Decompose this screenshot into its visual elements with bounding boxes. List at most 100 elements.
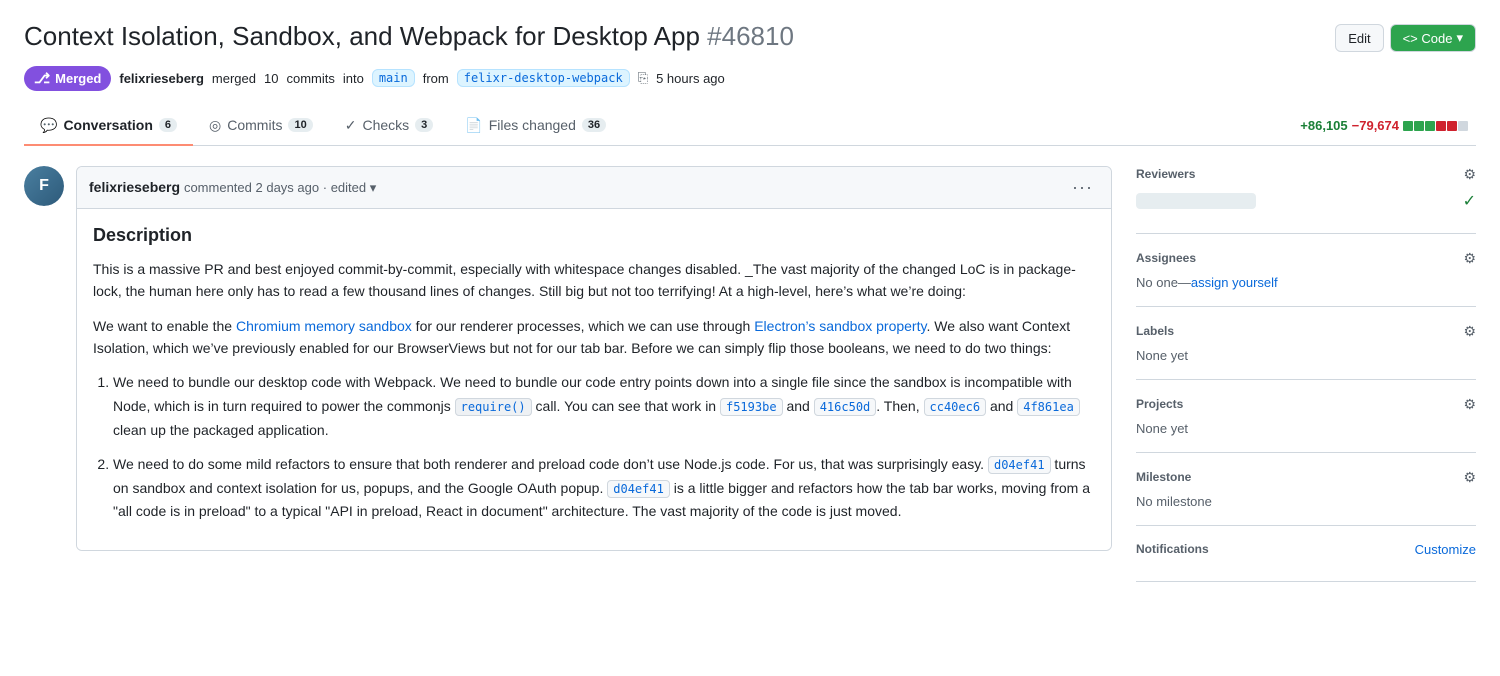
comment-body: Description This is a massive PR and bes… [77, 209, 1111, 550]
require-code: require() [455, 398, 532, 416]
more-options-button[interactable]: ··· [1066, 175, 1099, 200]
projects-header: Projects ⚙ [1136, 396, 1476, 413]
comment-author[interactable]: felixrieseberg [89, 179, 180, 195]
comment-meta: commented 2 days ago · edited ▾ [184, 180, 376, 195]
conversation-icon: 💬 [40, 117, 57, 134]
comment-wrapper: F felixrieseberg commented 2 days ago · … [24, 166, 1112, 551]
conversation-count: 6 [159, 118, 177, 132]
commit-d04ef41-2[interactable]: d04ef41 [607, 480, 670, 498]
checks-count: 3 [415, 118, 433, 132]
pr-tabs: 💬 Conversation 6 ◎ Commits 10 ✓ Checks 3… [24, 107, 1476, 146]
comment-header-left: felixrieseberg commented 2 days ago · ed… [89, 179, 376, 196]
description-heading: Description [93, 225, 1095, 246]
list-item-1: We need to bundle our desktop code with … [113, 371, 1095, 442]
diff-additions: +86,105 [1300, 118, 1347, 133]
commits-word: commits [286, 71, 334, 86]
from-word: from [423, 71, 449, 86]
into-word: into [343, 71, 364, 86]
projects-section: Projects ⚙ None yet [1136, 380, 1476, 453]
diff-bar-seg-6 [1458, 121, 1468, 131]
reviewers-title: Reviewers [1136, 167, 1195, 181]
conversation-area: F felixrieseberg commented 2 days ago · … [24, 166, 1112, 582]
assign-yourself-link[interactable]: assign yourself [1191, 275, 1278, 290]
avatar-image: F [24, 166, 64, 206]
diff-deletions: −79,674 [1352, 118, 1399, 133]
avatar: F [24, 166, 64, 206]
comment-box: felixrieseberg commented 2 days ago · ed… [76, 166, 1112, 551]
diff-bar-seg-2 [1414, 121, 1424, 131]
labels-gear-icon[interactable]: ⚙ [1463, 323, 1476, 340]
sidebar: Reviewers ⚙ ✓ Assignees ⚙ No one—assign … [1136, 166, 1476, 582]
tab-conversation[interactable]: 💬 Conversation 6 [24, 107, 193, 146]
base-branch[interactable]: main [372, 69, 415, 87]
comment-header: felixrieseberg commented 2 days ago · ed… [77, 167, 1111, 209]
tab-commits[interactable]: ◎ Commits 10 [193, 107, 329, 146]
copy-branch-icon[interactable]: ⎘ [638, 70, 648, 86]
body-paragraph-1: This is a massive PR and best enjoyed co… [93, 258, 1095, 303]
commit-count: 10 [264, 71, 278, 86]
assignees-gear-icon[interactable]: ⚙ [1463, 250, 1476, 267]
milestone-title: Milestone [1136, 470, 1191, 484]
diff-bar-seg-5 [1447, 121, 1457, 131]
pr-number: #46810 [707, 21, 794, 51]
edit-button[interactable]: Edit [1335, 24, 1383, 52]
code-button[interactable]: <> Code ▾ [1390, 24, 1476, 52]
reviewer-skeleton [1136, 193, 1256, 209]
commit-416c50d[interactable]: 416c50d [814, 398, 877, 416]
assignees-value: No one—assign yourself [1136, 275, 1476, 290]
notifications-title: Notifications [1136, 542, 1209, 556]
tab-checks[interactable]: ✓ Checks 3 [329, 107, 450, 146]
labels-section: Labels ⚙ None yet [1136, 307, 1476, 380]
main-content: F felixrieseberg commented 2 days ago · … [24, 146, 1476, 582]
list-item-2: We need to do some mild refactors to ens… [113, 453, 1095, 524]
diff-bar-seg-1 [1403, 121, 1413, 131]
comment-actions: ··· [1066, 175, 1099, 200]
pr-action-text: merged [212, 71, 256, 86]
milestone-gear-icon[interactable]: ⚙ [1463, 469, 1476, 486]
commit-4f861ea[interactable]: 4f861ea [1017, 398, 1080, 416]
pr-title: Context Isolation, Sandbox, and Webpack … [24, 20, 794, 54]
notifications-header: Notifications Customize [1136, 542, 1476, 557]
pr-author: felixrieseberg [119, 71, 204, 86]
electron-sandbox-link[interactable]: Electron’s sandbox property [754, 318, 926, 334]
chromium-sandbox-link[interactable]: Chromium memory sandbox [236, 318, 412, 334]
commits-icon: ◎ [209, 117, 221, 134]
pr-title-text: Context Isolation, Sandbox, and Webpack … [24, 21, 700, 51]
chevron-down-icon: ▾ [1456, 30, 1463, 46]
commit-d04ef41-1[interactable]: d04ef41 [988, 456, 1051, 474]
reviewer-row: ✓ [1136, 191, 1476, 211]
assignees-title: Assignees [1136, 251, 1196, 265]
diff-stats: +86,105 −79,674 [1300, 118, 1476, 133]
reviewers-header: Reviewers ⚙ [1136, 166, 1476, 183]
diff-bar [1403, 121, 1468, 131]
projects-title: Projects [1136, 397, 1183, 411]
assignees-header: Assignees ⚙ [1136, 250, 1476, 267]
merge-icon: ⎇ [34, 70, 50, 87]
edited-label: edited [331, 180, 366, 195]
diff-bar-seg-4 [1436, 121, 1446, 131]
labels-value: None yet [1136, 348, 1476, 363]
commits-count: 10 [288, 118, 312, 132]
projects-value: None yet [1136, 421, 1476, 436]
customize-button[interactable]: Customize [1415, 542, 1476, 557]
reviewer-check-icon: ✓ [1463, 191, 1476, 211]
projects-gear-icon[interactable]: ⚙ [1463, 396, 1476, 413]
head-branch[interactable]: felixr-desktop-webpack [457, 69, 630, 87]
reviewers-section: Reviewers ⚙ ✓ [1136, 166, 1476, 234]
milestone-section: Milestone ⚙ No milestone [1136, 453, 1476, 526]
milestone-header: Milestone ⚙ [1136, 469, 1476, 486]
milestone-value: No milestone [1136, 494, 1476, 509]
body-paragraph-2: We want to enable the Chromium memory sa… [93, 315, 1095, 360]
labels-title: Labels [1136, 324, 1174, 338]
commit-f5193be[interactable]: f5193be [720, 398, 783, 416]
checks-icon: ✓ [345, 117, 357, 134]
labels-header: Labels ⚙ [1136, 323, 1476, 340]
merged-badge: ⎇ Merged [24, 66, 111, 91]
notifications-section: Notifications Customize [1136, 526, 1476, 582]
diff-bar-seg-3 [1425, 121, 1435, 131]
commit-cc40ec6[interactable]: cc40ec6 [924, 398, 987, 416]
tab-files-changed[interactable]: 📄 Files changed 36 [449, 107, 622, 146]
reviewers-gear-icon[interactable]: ⚙ [1463, 166, 1476, 183]
assignees-section: Assignees ⚙ No one—assign yourself [1136, 234, 1476, 307]
files-changed-count: 36 [582, 118, 606, 132]
